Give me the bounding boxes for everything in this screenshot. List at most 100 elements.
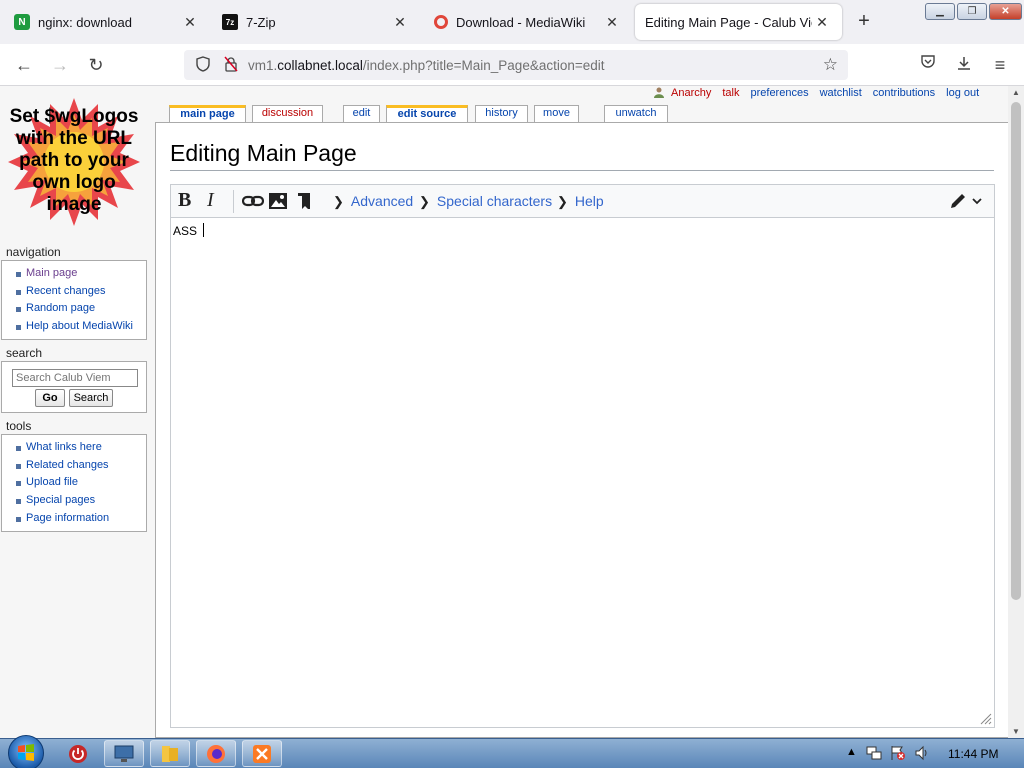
- back-arrow-icon[interactable]: ←: [12, 53, 36, 77]
- nav-item-main-page[interactable]: Main page: [16, 265, 146, 283]
- file-explorer-icon[interactable]: [150, 740, 190, 767]
- power-app-icon[interactable]: [58, 740, 98, 767]
- tools-item-upload-file[interactable]: Upload file: [16, 474, 146, 492]
- tab-label: edit source: [397, 108, 457, 120]
- tab-label: discussion: [261, 107, 314, 119]
- browser-tab-editing-main-page[interactable]: Editing Main Page - Calub Viem ✕: [635, 4, 842, 40]
- personal-user-link[interactable]: Anarchy: [671, 87, 711, 99]
- personal-preferences-link[interactable]: preferences: [750, 87, 808, 99]
- bookmark-star-icon[interactable]: ☆: [823, 55, 838, 75]
- tab-history[interactable]: history: [475, 105, 528, 122]
- nginx-icon: N: [14, 14, 30, 30]
- tab-edit[interactable]: edit: [343, 105, 380, 122]
- downloads-icon[interactable]: [952, 53, 976, 77]
- bold-button[interactable]: B: [178, 189, 191, 211]
- personal-watchlist-link[interactable]: watchlist: [820, 87, 862, 99]
- tools-item-label: Special pages: [26, 494, 96, 507]
- pocket-icon[interactable]: [916, 53, 940, 77]
- hamburger-menu-icon[interactable]: ≡: [988, 53, 1012, 77]
- firefox-icon[interactable]: [196, 740, 236, 767]
- tools-portlet: What links here Related changes Upload f…: [1, 434, 147, 532]
- shield-icon[interactable]: [192, 55, 214, 75]
- nav-item-help[interactable]: Help about MediaWiki: [16, 318, 146, 336]
- close-icon[interactable]: ✕: [602, 14, 622, 31]
- editor-text: ASS: [173, 224, 198, 238]
- edit-mode-switch[interactable]: [949, 192, 985, 212]
- tools-item-label: What links here: [26, 441, 102, 453]
- nav-item-random-page[interactable]: Random page: [16, 300, 146, 318]
- wiki-logo[interactable]: Set $wgLogos with the URL path to your o…: [8, 96, 140, 228]
- browser-tab-nginx[interactable]: N nginx: download ✕: [4, 4, 210, 40]
- nav-item-label: Help about MediaWiki: [26, 320, 133, 333]
- tab-edit-source[interactable]: edit source: [386, 105, 468, 122]
- close-icon[interactable]: ✕: [390, 14, 410, 31]
- windows-taskbar: ▲ 11:44 PM: [0, 735, 1024, 768]
- reference-icon[interactable]: [296, 192, 312, 212]
- page-scrollbar[interactable]: ▲ ▼: [1008, 86, 1024, 738]
- navigation-heading: navigation: [6, 245, 61, 259]
- window-close-icon[interactable]: ✕: [989, 3, 1022, 20]
- chevron-right-icon: ❯: [557, 194, 568, 209]
- logo-text: Set $wgLogos with the URL path to your o…: [9, 106, 139, 215]
- personal-contributions-link[interactable]: contributions: [873, 87, 935, 99]
- tools-heading: tools: [6, 419, 32, 433]
- image-icon[interactable]: [268, 192, 288, 212]
- scroll-down-icon[interactable]: ▼: [1008, 727, 1024, 736]
- start-button[interactable]: [8, 735, 44, 768]
- tab-move[interactable]: move: [534, 105, 579, 122]
- minimize-icon[interactable]: ▁: [925, 3, 955, 20]
- user-icon: [654, 87, 664, 98]
- scrollbar-thumb[interactable]: [1011, 102, 1021, 600]
- scroll-up-icon[interactable]: ▲: [1008, 88, 1024, 97]
- new-tab-icon[interactable]: +: [853, 10, 875, 32]
- editor-textarea[interactable]: ASS: [173, 223, 205, 238]
- tools-item-what-links-here[interactable]: What links here: [16, 439, 146, 457]
- url-bar[interactable]: vm1.collabnet.local/index.php?title=Main…: [184, 50, 848, 80]
- reload-icon[interactable]: ↻: [84, 53, 108, 77]
- url-path: /index.php?title=Main_Page&action=edit: [362, 57, 605, 73]
- show-hidden-icons[interactable]: ▲: [846, 746, 857, 758]
- forward-arrow-icon[interactable]: →: [48, 53, 72, 77]
- taskbar-clock[interactable]: 11:44 PM: [948, 747, 998, 761]
- network-icon[interactable]: [866, 745, 882, 764]
- search-portlet: Go Search: [1, 361, 147, 413]
- close-icon[interactable]: ✕: [812, 14, 832, 31]
- advanced-toggle[interactable]: ❯ Advanced: [333, 193, 413, 210]
- url-text[interactable]: vm1.collabnet.local/index.php?title=Main…: [248, 58, 605, 73]
- close-icon[interactable]: ✕: [180, 14, 200, 31]
- italic-button[interactable]: I: [207, 189, 214, 211]
- volume-icon[interactable]: [914, 745, 930, 764]
- tools-item-label: Related changes: [26, 458, 109, 471]
- help-toggle[interactable]: ❯ Help: [557, 193, 604, 210]
- special-characters-toggle[interactable]: ❯ Special characters: [419, 193, 552, 210]
- tab-title: Editing Main Page - Calub Viem: [645, 14, 812, 30]
- action-center-flag-icon[interactable]: [890, 745, 906, 764]
- browser-tab-mediawiki-download[interactable]: Download - MediaWiki ✕: [424, 4, 632, 40]
- tools-item-special-pages[interactable]: Special pages: [16, 492, 146, 510]
- browser-tab-7zip[interactable]: 7z 7-Zip ✕: [212, 4, 420, 40]
- personal-logout-link[interactable]: log out: [946, 87, 979, 99]
- search-input[interactable]: [12, 369, 138, 387]
- nav-item-recent-changes[interactable]: Recent changes: [16, 283, 146, 301]
- tab-label: move: [543, 107, 570, 119]
- tab-main-page[interactable]: main page: [169, 105, 246, 122]
- resize-grip-icon[interactable]: [980, 713, 992, 725]
- wikitext-editor: B I ❯ Advanced ❯ Special characters ❯ Help: [170, 184, 995, 728]
- link-icon[interactable]: [241, 193, 265, 213]
- go-button[interactable]: Go: [35, 389, 65, 407]
- browser-navbar: ← → ↻ vm1.collabnet.local/index.php?titl…: [0, 44, 1024, 86]
- tab-label: history: [485, 107, 518, 119]
- xampp-icon[interactable]: [242, 740, 282, 767]
- tab-discussion[interactable]: discussion: [252, 105, 323, 122]
- search-button[interactable]: Search: [69, 389, 113, 407]
- tab-title: nginx: download: [38, 14, 132, 30]
- personal-talk-link[interactable]: talk: [722, 87, 739, 99]
- remote-desktop-icon[interactable]: [104, 740, 144, 767]
- tools-item-page-information[interactable]: Page information: [16, 510, 146, 528]
- maximize-icon[interactable]: ❐: [957, 3, 987, 20]
- insecure-lock-icon[interactable]: [220, 56, 242, 75]
- tab-unwatch[interactable]: unwatch: [604, 105, 668, 122]
- content-area: Editing Main Page B I ❯ Advanced ❯ Special…: [155, 122, 1008, 738]
- tab-label: unwatch: [615, 107, 657, 119]
- tools-item-related-changes[interactable]: Related changes: [16, 457, 146, 475]
